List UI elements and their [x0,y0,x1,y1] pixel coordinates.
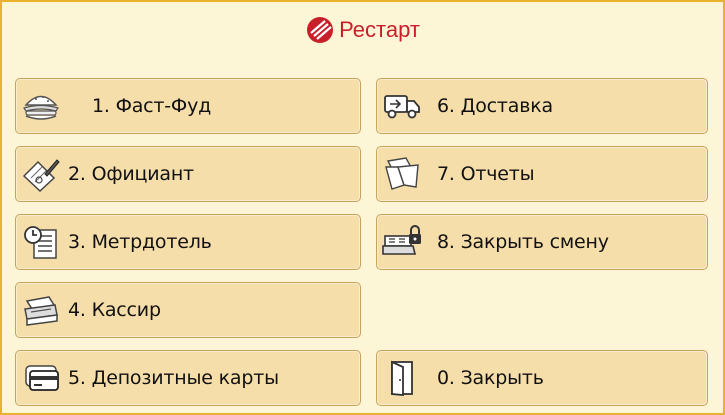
exit-button[interactable]: 0. Закрыть [376,350,708,406]
deposit-cards-label: 5. Депозитные карты [68,367,279,389]
reports-button[interactable]: 7. Отчеты [376,146,708,202]
truck-icon [377,88,427,124]
maitre-label: 3. Метрдотель [68,231,212,253]
exit-label: 0. Закрыть [437,367,544,389]
cash-register-icon [16,292,66,328]
waiter-button[interactable]: 2. Официант [15,146,361,202]
burger-icon [16,88,66,124]
delivery-button[interactable]: 6. Доставка [376,78,708,134]
delivery-label: 6. Доставка [437,95,553,117]
order-pad-icon [16,156,66,192]
logo-icon [307,17,334,43]
card-icon [16,360,66,396]
app-header: Рестарт [0,10,725,50]
cashier-label: 4. Кассир [68,299,161,321]
fast-food-button[interactable]: 1. Фаст-Фуд [15,78,361,134]
fast-food-label: 1. Фаст-Фуд [92,95,212,117]
maitre-button[interactable]: 3. Метрдотель [15,214,361,270]
close-shift-label: 8. Закрыть смену [437,231,609,253]
app-title: Рестарт [339,17,420,42]
cashier-button[interactable]: 4. Кассир [15,282,361,338]
door-icon [377,360,427,396]
register-lock-icon [377,224,427,260]
waiter-label: 2. Официант [68,163,194,185]
deposit-cards-button[interactable]: 5. Депозитные карты [15,350,361,406]
reports-folder-icon [377,156,427,192]
schedule-icon [16,224,66,260]
reports-label: 7. Отчеты [437,163,535,185]
close-shift-button[interactable]: 8. Закрыть смену [376,214,708,270]
